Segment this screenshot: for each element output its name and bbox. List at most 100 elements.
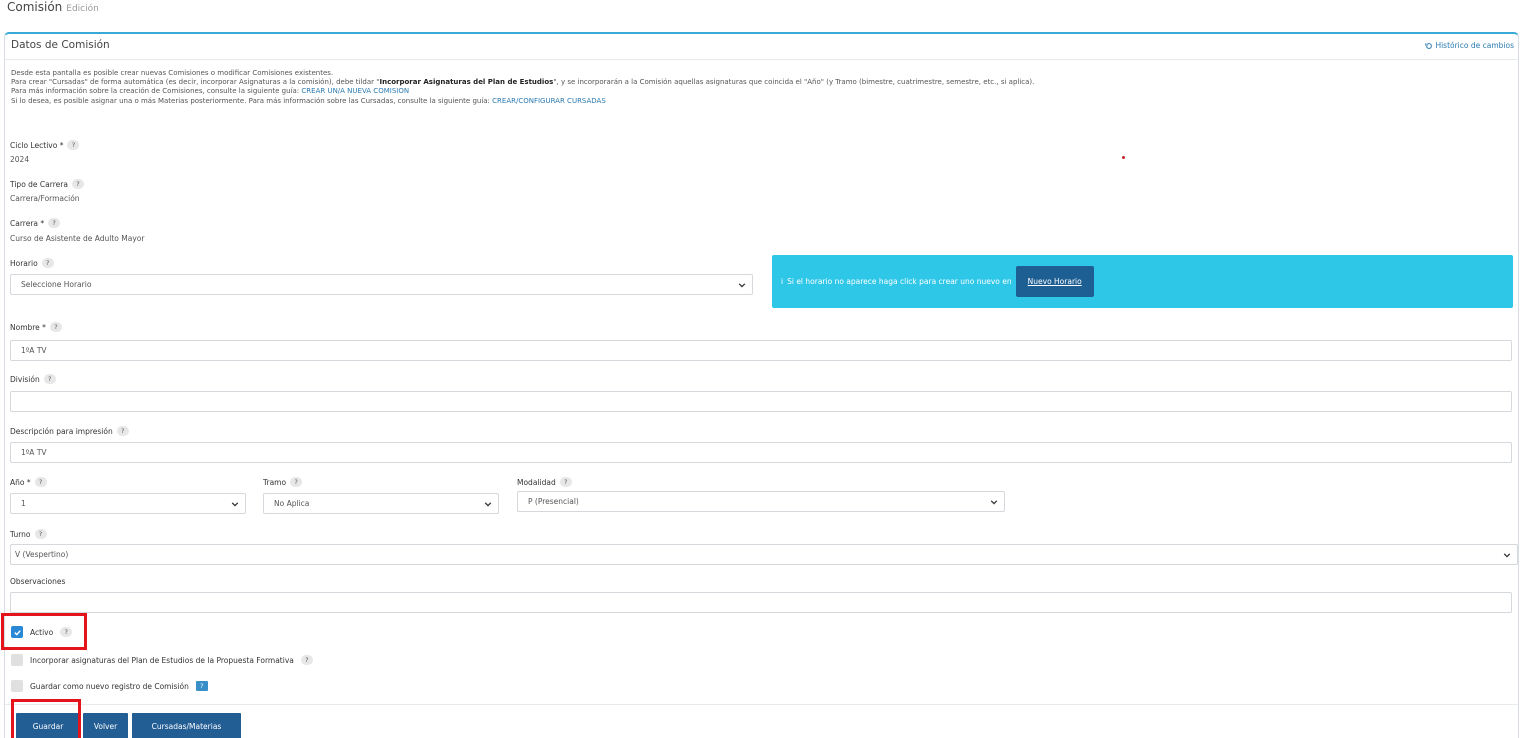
intro-line-4-a: Si lo desea, es posible asignar una o má…	[11, 96, 493, 105]
anio-label-text: Año *	[10, 477, 31, 487]
history-icon	[1425, 42, 1433, 49]
observaciones-label-text: Observaciones	[10, 577, 66, 586]
tipo-carrera-label: Tipo de Carrera?	[10, 179, 84, 189]
ciclo-lectivo-label: Ciclo Lectivo *?	[10, 140, 80, 150]
horario-info-text: Si el horario no aparece haga click para…	[787, 277, 1012, 286]
guide-link-crear-comision[interactable]: CREAR UN/A NUEVA COMISION	[301, 87, 409, 95]
chevron-down-icon	[738, 283, 746, 288]
guardar-nuevo-label: Guardar como nuevo registro de Comisión	[30, 681, 189, 691]
chevron-down-icon	[484, 502, 492, 507]
guardar-nuevo-checkbox-row: Guardar como nuevo registro de Comisión …	[11, 680, 208, 692]
chevron-down-icon	[231, 502, 239, 507]
help-icon[interactable]: ?	[67, 140, 80, 150]
modalidad-label-text: Modalidad	[517, 477, 556, 487]
info-icon: i	[781, 277, 784, 286]
carrera-label: Carrera *?	[10, 218, 61, 228]
horario-select[interactable]: Seleccione Horario	[10, 274, 753, 295]
red-dot	[1122, 156, 1125, 159]
panel-divider	[5, 59, 1518, 60]
turno-select[interactable]: V (Vespertino)	[10, 544, 1518, 565]
help-icon[interactable]: ?	[559, 477, 572, 487]
modalidad-label: Modalidad?	[517, 477, 572, 487]
page-title: Comisión	[7, 0, 63, 14]
turno-label-text: Turno	[10, 529, 31, 539]
tramo-select[interactable]: No Aplica	[263, 493, 499, 514]
horario-label: Horario?	[10, 258, 54, 268]
help-icon[interactable]: ?	[43, 374, 56, 384]
page-subtitle: Edición	[66, 4, 99, 14]
comision-panel: Datos de Comisión Histórico de cambios D…	[4, 32, 1519, 738]
help-icon[interactable]: ?	[300, 655, 313, 665]
activo-checkbox[interactable]	[11, 626, 23, 638]
anio-label: Año *?	[10, 477, 47, 487]
modalidad-select[interactable]: P (Presencial)	[517, 491, 1005, 512]
intro-line-3-a: Para más información sobre la creación d…	[11, 87, 302, 96]
intro-line-4: Si lo desea, es posible asignar una o má…	[11, 97, 1034, 106]
horario-label-text: Horario	[10, 258, 38, 268]
horario-select-value: Seleccione Horario	[21, 280, 92, 289]
help-icon[interactable]: ?	[49, 322, 62, 332]
division-label: División?	[10, 374, 56, 384]
panel-title: Datos de Comisión	[11, 39, 110, 51]
descripcion-label: Descripción para impresión?	[10, 426, 129, 436]
descripcion-input-value: 1ºA TV	[21, 448, 47, 457]
check-icon	[13, 629, 21, 636]
division-label-text: División	[10, 374, 40, 384]
incorporar-checkbox-row: Incorporar asignaturas del Plan de Estud…	[11, 654, 313, 666]
intro-line-2-bold: Incorporar Asignaturas del Plan de Estud…	[379, 78, 554, 87]
intro-text: Desde esta pantalla es posible crear nue…	[11, 69, 1034, 106]
help-icon[interactable]: ?	[195, 681, 208, 691]
chevron-down-icon	[1503, 553, 1511, 558]
history-link-label[interactable]: Histórico de cambios	[1435, 41, 1514, 50]
division-input[interactable]	[10, 391, 1512, 412]
help-icon[interactable]: ?	[71, 179, 84, 189]
nombre-label-text: Nombre *	[10, 322, 46, 332]
observaciones-input[interactable]	[10, 592, 1512, 613]
page-header: Comisión Edición	[7, 0, 99, 18]
cursadas-materias-button[interactable]: Cursadas/Materias	[132, 713, 241, 738]
volver-button[interactable]: Volver	[83, 713, 128, 738]
turno-select-value: V (Vespertino)	[15, 550, 69, 559]
tramo-label-text: Tramo	[263, 477, 287, 487]
intro-line-2: Para crear "Cursadas" de forma automátic…	[11, 78, 1034, 87]
incorporar-label: Incorporar asignaturas del Plan de Estud…	[30, 655, 294, 665]
guardar-nuevo-checkbox[interactable]	[11, 680, 23, 692]
ciclo-lectivo-value: 2024	[10, 155, 30, 164]
modalidad-select-value: P (Presencial)	[528, 497, 579, 506]
help-icon[interactable]: ?	[34, 477, 47, 487]
help-icon[interactable]: ?	[290, 477, 303, 487]
intro-line-2-c: ", y se incorporarán a la Comisión aquel…	[553, 78, 1035, 87]
activo-label: Activo	[30, 627, 54, 637]
tramo-label: Tramo?	[263, 477, 303, 487]
footer-divider	[5, 704, 1518, 705]
intro-line-2-a: Para crear "Cursadas" de forma automátic…	[11, 78, 380, 87]
incorporar-checkbox[interactable]	[11, 654, 23, 666]
activo-checkbox-row: Activo ?	[11, 626, 73, 638]
help-icon[interactable]: ?	[34, 529, 47, 539]
nombre-input-value: 1ºA TV	[21, 346, 47, 355]
tramo-select-value: No Aplica	[274, 499, 310, 508]
descripcion-input[interactable]: 1ºA TV	[10, 442, 1512, 463]
observaciones-label: Observaciones	[10, 577, 65, 586]
history-link[interactable]: Histórico de cambios	[1425, 41, 1514, 50]
help-icon[interactable]: ?	[116, 426, 129, 436]
nuevo-horario-button[interactable]: Nuevo Horario	[1015, 266, 1094, 297]
nombre-input[interactable]: 1ºA TV	[10, 340, 1512, 361]
guardar-button[interactable]: Guardar	[16, 713, 80, 738]
guide-link-cursadas[interactable]: CREAR/CONFIGURAR CURSADAS	[492, 97, 606, 105]
descripcion-label-text: Descripción para impresión	[10, 426, 113, 436]
chevron-down-icon	[990, 500, 998, 505]
carrera-label-text: Carrera *	[10, 218, 45, 228]
horario-info-box: i Si el horario no aparece haga click pa…	[772, 255, 1513, 308]
help-icon[interactable]: ?	[48, 218, 61, 228]
ciclo-lectivo-label-text: Ciclo Lectivo *	[10, 140, 64, 150]
intro-line-1: Desde esta pantalla es posible crear nue…	[11, 69, 334, 77]
anio-select-value: 1	[21, 499, 26, 508]
tipo-carrera-label-text: Tipo de Carrera	[10, 179, 68, 189]
carrera-value: Curso de Asistente de Adulto Mayor	[10, 234, 145, 243]
nombre-label: Nombre *?	[10, 322, 62, 332]
turno-label: Turno?	[10, 529, 47, 539]
help-icon[interactable]: ?	[41, 258, 54, 268]
help-icon[interactable]: ?	[60, 627, 73, 637]
anio-select[interactable]: 1	[10, 493, 246, 514]
